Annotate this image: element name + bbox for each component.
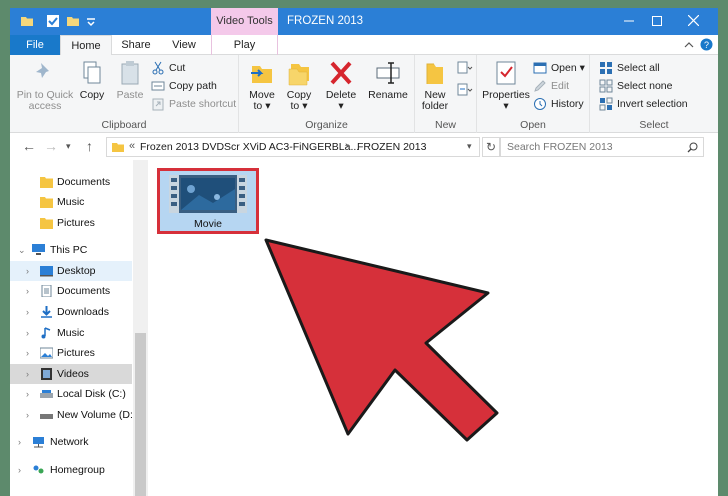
red-arrow-icon (264, 238, 499, 442)
pointer-arrow-overlay (264, 238, 499, 442)
explorer-window: Video Tools FROZEN 2013 File Home Share … (10, 8, 718, 496)
